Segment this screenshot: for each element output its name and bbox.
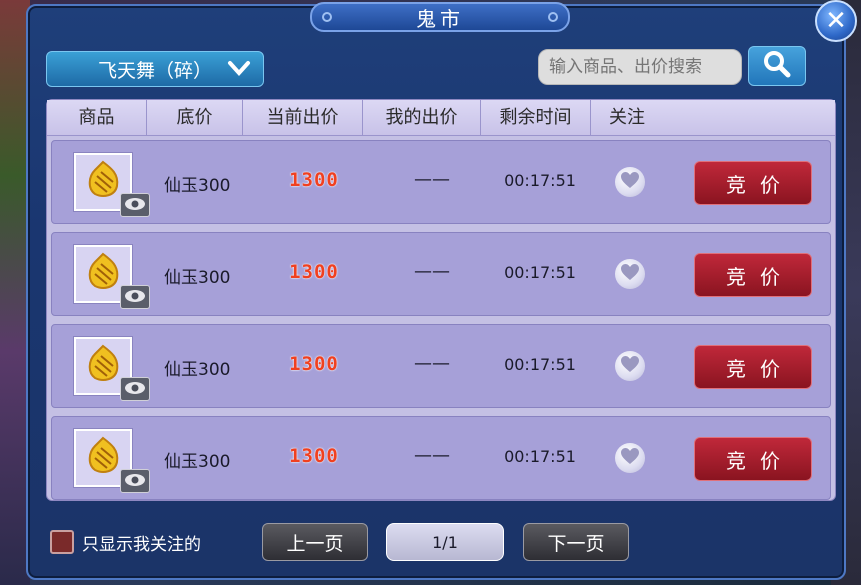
- heart-icon: [620, 355, 640, 377]
- column-header-my-bid: 我的出价: [363, 99, 481, 136]
- favorite-button[interactable]: [615, 443, 645, 473]
- close-button[interactable]: ✕: [815, 0, 857, 42]
- title-ornament-left: [322, 12, 332, 22]
- base-price: 仙玉300: [164, 452, 231, 472]
- favorite-button[interactable]: [615, 167, 645, 197]
- search-icon: [763, 50, 791, 82]
- favorite-button[interactable]: [615, 351, 645, 381]
- eye-icon: [124, 380, 146, 399]
- time-left: 00:17:51: [504, 447, 576, 466]
- favorite-button[interactable]: [615, 259, 645, 289]
- auction-list: 商品 底价 当前出价 我的出价 剩余时间 关注 仙玉300 1300 —— 00…: [46, 99, 836, 501]
- item-category-dropdown[interactable]: 飞天舞（碎）: [46, 51, 264, 87]
- heart-icon: [620, 263, 640, 285]
- view-item-button[interactable]: [120, 285, 150, 309]
- current-bid: 1300: [289, 261, 339, 283]
- current-bid: 1300: [289, 169, 339, 191]
- prev-page-button[interactable]: 上一页: [262, 523, 368, 561]
- next-page-button[interactable]: 下一页: [523, 523, 629, 561]
- show-favorites-checkbox[interactable]: [50, 530, 74, 554]
- time-left: 00:17:51: [504, 355, 576, 374]
- my-bid: ——: [414, 261, 450, 282]
- table-row: 仙玉300 1300 —— 00:17:51 竞价: [51, 140, 831, 224]
- jade-item-icon: [81, 342, 125, 390]
- eye-icon: [124, 472, 146, 491]
- heart-icon: [620, 447, 640, 469]
- base-price: 仙玉300: [164, 176, 231, 196]
- table-row: 仙玉300 1300 —— 00:17:51 竞价: [51, 416, 831, 500]
- title-ornament-right: [548, 12, 558, 22]
- column-header-time-left: 剩余时间: [481, 99, 591, 136]
- panel-title-bar: 鬼市: [310, 2, 570, 32]
- column-header-current-bid: 当前出价: [243, 99, 363, 136]
- bid-button[interactable]: 竞价: [694, 345, 812, 389]
- column-header-favorite: 关注: [609, 106, 645, 128]
- time-left: 00:17:51: [504, 171, 576, 190]
- chevron-down-icon: [227, 58, 251, 83]
- table-row: 仙玉300 1300 —— 00:17:51 竞价: [51, 232, 831, 316]
- eye-icon: [124, 288, 146, 307]
- view-item-button[interactable]: [120, 469, 150, 493]
- search-input[interactable]: [538, 49, 742, 85]
- current-bid: 1300: [289, 445, 339, 467]
- jade-item-icon: [81, 250, 125, 298]
- table-header: 商品 底价 当前出价 我的出价 剩余时间 关注: [47, 99, 835, 136]
- current-bid: 1300: [289, 353, 339, 375]
- my-bid: ——: [414, 353, 450, 374]
- bid-button[interactable]: 竞价: [694, 437, 812, 481]
- eye-icon: [124, 196, 146, 215]
- dropdown-selected-value: 飞天舞（碎）: [97, 59, 212, 82]
- jade-item-icon: [81, 434, 125, 482]
- column-header-base-price: 底价: [147, 99, 243, 136]
- page-indicator: 1/1: [386, 523, 504, 561]
- jade-item-icon: [81, 158, 125, 206]
- time-left: 00:17:51: [504, 263, 576, 282]
- close-icon: ✕: [825, 6, 847, 36]
- base-price: 仙玉300: [164, 268, 231, 288]
- view-item-button[interactable]: [120, 377, 150, 401]
- my-bid: ——: [414, 445, 450, 466]
- column-header-item: 商品: [47, 99, 147, 136]
- bid-button[interactable]: 竞价: [694, 253, 812, 297]
- view-item-button[interactable]: [120, 193, 150, 217]
- table-row: 仙玉300 1300 —— 00:17:51 竞价: [51, 324, 831, 408]
- heart-icon: [620, 171, 640, 193]
- my-bid: ——: [414, 169, 450, 190]
- show-favorites-label: 只显示我关注的: [82, 535, 201, 555]
- base-price: 仙玉300: [164, 360, 231, 380]
- panel-title: 鬼市: [416, 6, 464, 31]
- search-button[interactable]: [748, 46, 806, 86]
- bid-button[interactable]: 竞价: [694, 161, 812, 205]
